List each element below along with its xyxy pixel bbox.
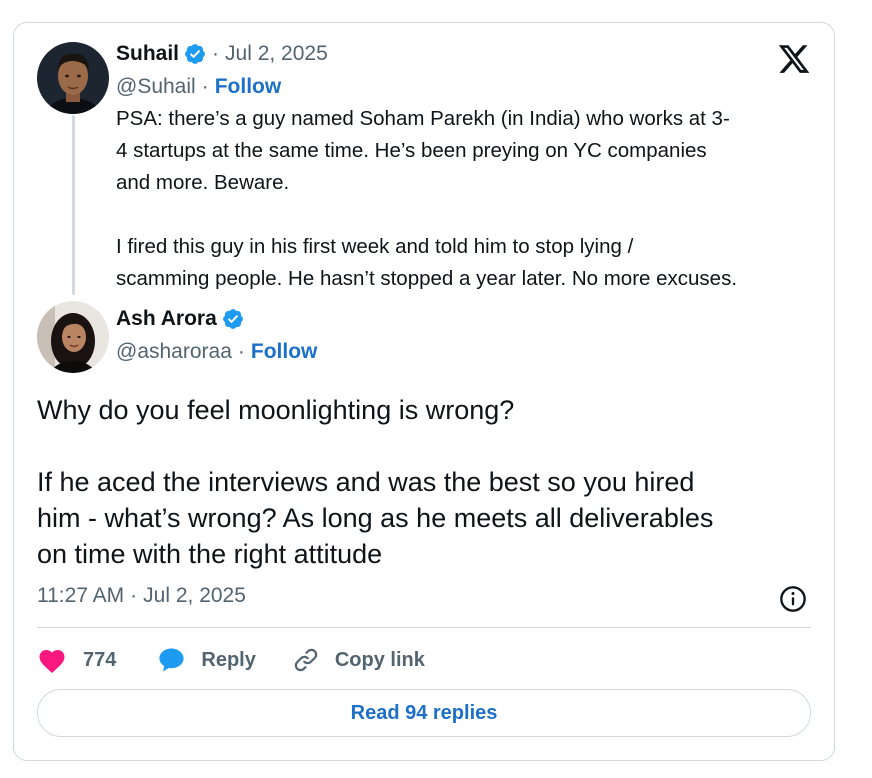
heart-icon <box>39 650 65 673</box>
separator-dot: · <box>212 42 220 65</box>
quoted-tweet-header: Suhail · Jul 2, 2025 <box>116 42 328 66</box>
reply-tweet-handle-row: @asharoraa · Follow <box>116 340 317 364</box>
tweet-time: 11:27 AM <box>37 584 125 607</box>
tweet-actions-bar: 774 Reply Copy link <box>37 643 425 677</box>
thread-connector-line <box>72 115 75 295</box>
tweet-paragraph: PSA: there’s a guy named Soham Parekh (i… <box>116 107 730 194</box>
tweet-paragraph: Why do you feel moonlighting is wrong? <box>37 395 515 425</box>
tweet-date[interactable]: Jul 2, 2025 <box>225 42 328 66</box>
tweet-date: Jul 2, 2025 <box>143 584 246 607</box>
avatar-ash-arora[interactable] <box>37 301 109 373</box>
avatar-suhail[interactable] <box>37 42 109 114</box>
tweet-paragraph: If he aced the interviews and was the be… <box>37 467 714 569</box>
link-icon <box>294 648 318 672</box>
tweet-timestamp[interactable]: 11:27 AM · Jul 2, 2025 <box>37 584 246 608</box>
copy-link-button[interactable]: Copy link <box>292 646 425 674</box>
read-replies-button[interactable]: Read 94 replies <box>37 689 811 737</box>
quoted-tweet-text: PSA: there’s a guy named Soham Parekh (i… <box>116 103 816 295</box>
author-name[interactable]: Suhail <box>116 42 179 66</box>
separator-dot: · <box>201 75 209 98</box>
follow-button[interactable]: Follow <box>215 75 282 99</box>
reply-label: Reply <box>201 648 256 671</box>
like-button[interactable]: 774 <box>37 646 116 674</box>
author-handle[interactable]: @Suhail <box>116 75 196 99</box>
reply-tweet-text: Why do you feel moonlighting is wrong? I… <box>37 392 827 572</box>
reply-tweet-header: Ash Arora <box>116 307 244 331</box>
like-count: 774 <box>83 648 117 671</box>
copy-link-label: Copy link <box>334 648 425 671</box>
info-icon[interactable] <box>779 585 807 613</box>
reply-button[interactable]: Reply <box>157 646 256 674</box>
separator-dot: · <box>130 584 138 607</box>
author-name[interactable]: Ash Arora <box>116 307 217 331</box>
separator-dot: · <box>237 340 245 363</box>
x-logo-icon[interactable] <box>776 42 812 76</box>
verified-badge-icon <box>185 44 205 64</box>
author-handle[interactable]: @asharoraa <box>116 340 232 364</box>
divider <box>37 627 811 628</box>
follow-button[interactable]: Follow <box>251 340 318 364</box>
tweet-paragraph: I fired this guy in his first week and t… <box>116 235 738 290</box>
quoted-tweet-handle-row: @Suhail · Follow <box>116 75 281 99</box>
verified-badge-icon <box>222 309 243 329</box>
speech-bubble-icon <box>159 648 184 672</box>
